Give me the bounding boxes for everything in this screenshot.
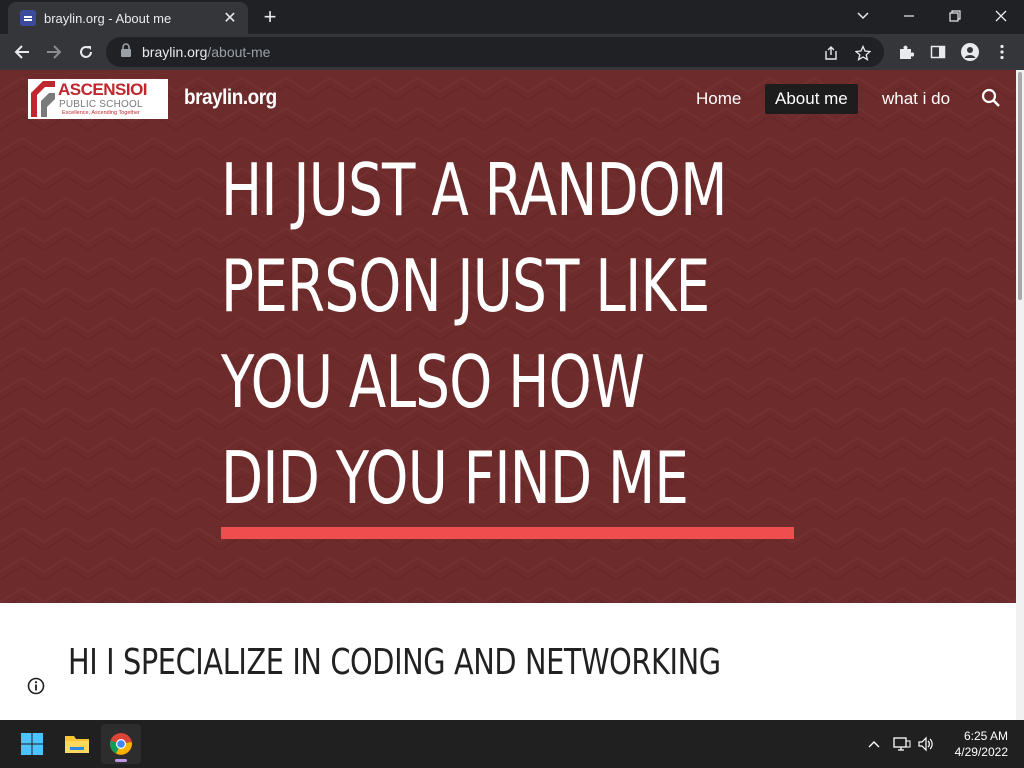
hero-heading: HI JUST A RANDOM PERSON JUST LIKE YOU AL… bbox=[221, 142, 727, 526]
address-bar[interactable]: braylin.org/about-me bbox=[106, 37, 884, 67]
hero-banner: ASCENSIOI PUBLIC SCHOOL Excellence, Asce… bbox=[0, 70, 1016, 603]
page-viewport: ASCENSIOI PUBLIC SCHOOL Excellence, Asce… bbox=[0, 70, 1016, 720]
hero-heading-line: HI JUST A RANDOM bbox=[221, 148, 727, 232]
address-text[interactable]: braylin.org/about-me bbox=[142, 44, 270, 60]
hero-accent-underline bbox=[221, 527, 794, 539]
bookmark-star-icon[interactable] bbox=[854, 44, 872, 62]
taskbar: 6:25 AM 4/29/2022 bbox=[0, 720, 1024, 768]
file-explorer-folder-icon[interactable] bbox=[57, 724, 97, 764]
close-window-button[interactable] bbox=[978, 0, 1024, 32]
back-button[interactable] bbox=[8, 38, 36, 66]
logo-mark-icon bbox=[31, 81, 55, 117]
info-icon[interactable] bbox=[27, 677, 45, 695]
hero-heading-line: DID YOU FIND ME bbox=[221, 436, 689, 520]
start-windows-icon[interactable] bbox=[12, 724, 52, 764]
tab-search-chevron-icon[interactable] bbox=[840, 0, 886, 32]
nav-home[interactable]: Home bbox=[686, 84, 751, 114]
forward-button[interactable] bbox=[40, 38, 68, 66]
section-heading: HI I SPECIALIZE IN CODING AND NETWORKING bbox=[68, 642, 721, 683]
network-icon[interactable] bbox=[892, 734, 912, 754]
site-favicon-icon bbox=[20, 10, 36, 26]
nav-what-i-do[interactable]: what i do bbox=[872, 84, 960, 114]
restore-button[interactable] bbox=[932, 0, 978, 32]
share-icon[interactable] bbox=[822, 44, 840, 62]
browser-tab-strip: braylin.org - About me ✕ + bbox=[0, 0, 1024, 34]
clock-time: 6:25 AM bbox=[963, 729, 1008, 743]
browser-toolbar: braylin.org/about-me bbox=[0, 34, 1024, 70]
lock-icon[interactable] bbox=[120, 42, 132, 62]
active-app-indicator bbox=[115, 759, 127, 762]
new-tab-button[interactable]: + bbox=[256, 4, 284, 32]
tab-close-icon[interactable]: ✕ bbox=[218, 8, 242, 28]
site-title[interactable]: braylin.org bbox=[184, 86, 277, 110]
system-clock[interactable]: 6:25 AM 4/29/2022 bbox=[944, 728, 1008, 760]
search-icon[interactable] bbox=[981, 88, 1001, 108]
tray-chevron-up-icon[interactable] bbox=[864, 734, 884, 754]
page-scrollbar[interactable] bbox=[1016, 70, 1024, 720]
browser-menu-icon[interactable] bbox=[989, 39, 1015, 65]
clock-date: 4/29/2022 bbox=[954, 745, 1008, 759]
minimize-button[interactable] bbox=[886, 0, 932, 32]
chrome-icon[interactable] bbox=[101, 724, 141, 764]
browser-tab[interactable]: braylin.org - About me ✕ bbox=[8, 2, 248, 34]
hero-heading-line: YOU ALSO HOW bbox=[221, 340, 645, 424]
tab-title: braylin.org - About me bbox=[44, 10, 172, 26]
volume-icon[interactable] bbox=[916, 734, 936, 754]
nav-about-me[interactable]: About me bbox=[765, 84, 858, 114]
profile-avatar-icon[interactable] bbox=[957, 39, 983, 65]
side-panel-icon[interactable] bbox=[925, 39, 951, 65]
school-logo[interactable]: ASCENSIOI PUBLIC SCHOOL Excellence, Asce… bbox=[28, 79, 168, 119]
scrollbar-thumb[interactable] bbox=[1018, 72, 1022, 300]
hero-heading-line: PERSON JUST LIKE bbox=[221, 244, 710, 328]
extensions-puzzle-icon[interactable] bbox=[893, 39, 919, 65]
reload-button[interactable] bbox=[72, 38, 100, 66]
